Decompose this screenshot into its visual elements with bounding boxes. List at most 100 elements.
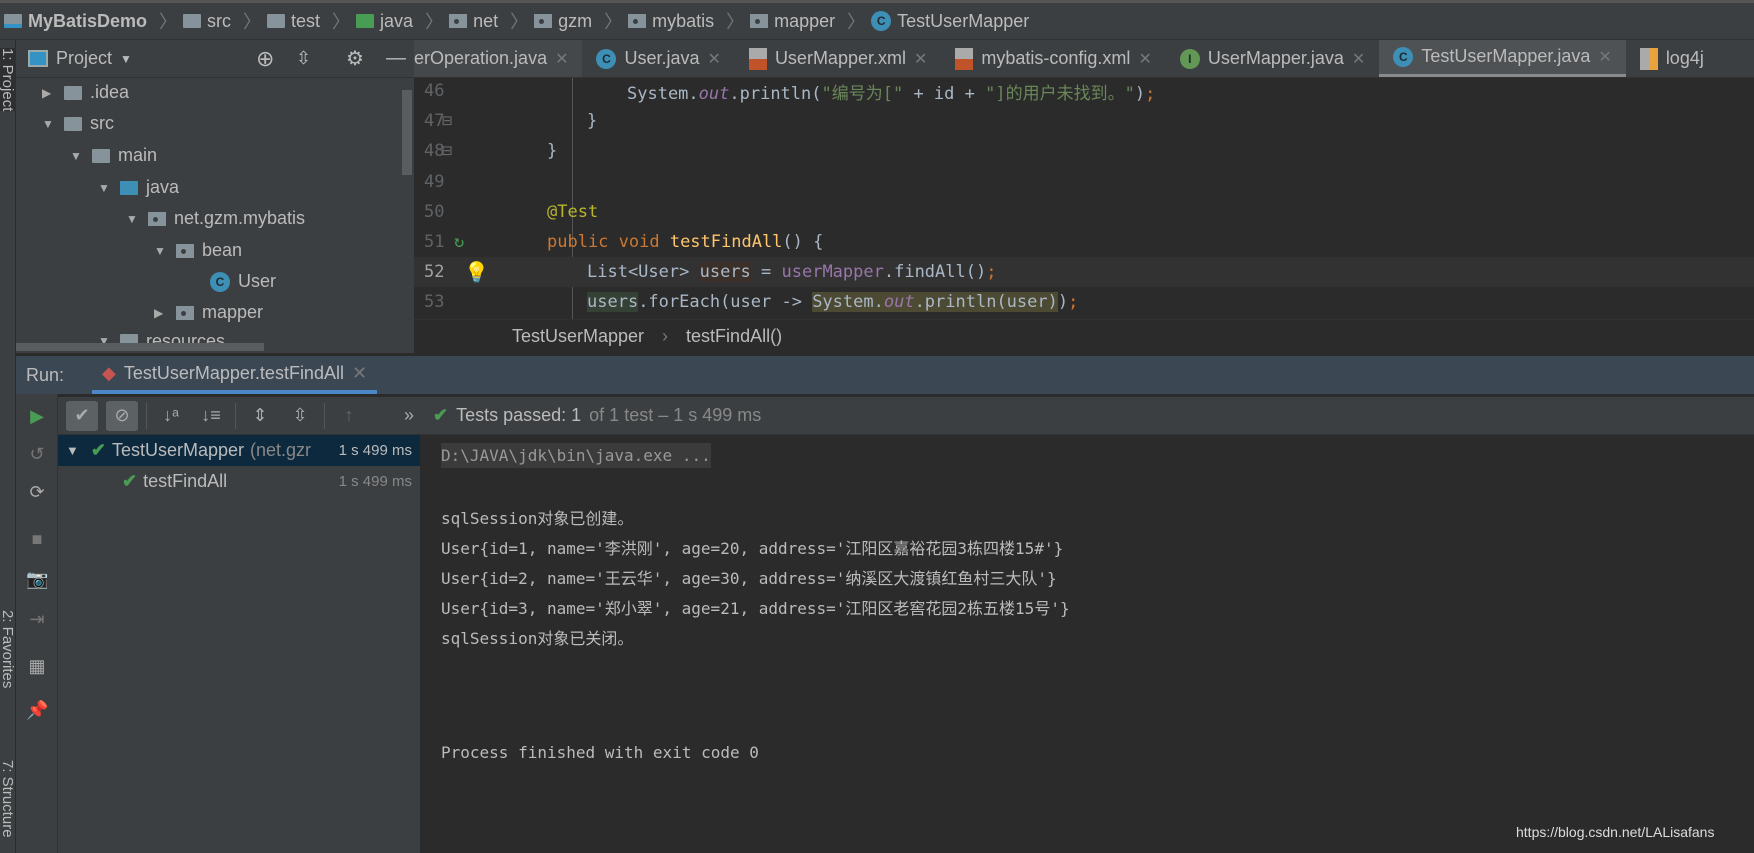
crumb-test[interactable]: test 〉 <box>267 8 350 34</box>
favorites-tool-button[interactable]: 2: Favorites <box>0 610 16 688</box>
gear-icon[interactable]: ⚙ <box>346 46 364 71</box>
console-output: D:\JAVA\jdk\bin\java.exe ... sqlSession对… <box>420 435 1754 853</box>
editor-crumb-class[interactable]: TestUserMapper <box>512 326 644 347</box>
tree-item-mapper[interactable]: ▶ mapper <box>154 297 263 328</box>
rerun-failed-icon[interactable]: ↺ <box>26 444 48 465</box>
crumb-label: TestUserMapper <box>897 10 1030 31</box>
source-folder-icon <box>120 180 138 195</box>
import-icon[interactable]: ⇥ <box>26 609 48 630</box>
sort-alpha-icon[interactable]: ↓ᵃ <box>155 401 187 431</box>
package-icon <box>148 211 166 226</box>
tab-mybatis-config[interactable]: mybatis-config.xml ✕ <box>941 40 1165 77</box>
tree-label: src <box>90 113 114 133</box>
stop-icon[interactable]: ■ <box>26 529 48 550</box>
tree-label: User <box>238 271 277 291</box>
locate-icon[interactable]: ⊕ <box>256 46 274 72</box>
close-icon[interactable]: ✕ <box>1352 49 1365 69</box>
left-tool-strip: 1: Project 2: Favorites 7: Structure <box>0 40 16 853</box>
editor-tabs: erOperation.java ✕ C User.java ✕ UserMapper… <box>414 40 1754 78</box>
show-ignored-toggle[interactable]: ⊘ <box>106 400 138 431</box>
tab-log4j[interactable]: log4j <box>1626 40 1718 77</box>
layout-icon[interactable]: ▦ <box>26 656 48 677</box>
expand-icon: ▶ <box>42 85 52 100</box>
tab-label: UserMapper.java <box>1207 48 1344 68</box>
tree-item-main[interactable]: ▼ main <box>70 140 157 171</box>
project-tool-button[interactable]: 1: Project <box>0 48 16 112</box>
sort-duration-icon[interactable]: ↓≡ <box>195 401 227 431</box>
tree-label: mapper <box>202 302 264 322</box>
tree-item-java[interactable]: ▼ java <box>98 172 179 203</box>
tree-label: net.gzm.mybatis <box>174 208 306 228</box>
crumb-mapper[interactable]: mapper 〉 <box>750 8 865 34</box>
close-icon[interactable]: ✕ <box>555 49 568 69</box>
tree-item-bean[interactable]: ▼ bean <box>154 235 242 266</box>
close-icon[interactable]: ✕ <box>1138 49 1151 69</box>
project-panel-header: Project ▼ ⊕ ⇳ ⚙ — <box>16 40 414 78</box>
console-command: D:\JAVA\jdk\bin\java.exe ... <box>441 443 711 468</box>
tab-usermapper-java[interactable]: I UserMapper.java ✕ <box>1166 40 1379 77</box>
project-view-selector[interactable]: Project <box>56 48 112 69</box>
lightbulb-icon[interactable]: 💡 <box>464 260 489 284</box>
previous-failed-icon[interactable]: ↑ <box>333 401 365 431</box>
tab-user-java[interactable]: C User.java ✕ <box>582 40 734 77</box>
line-number: 52 <box>424 262 445 282</box>
expand-all-icon[interactable]: ⇕ <box>244 401 276 431</box>
close-icon[interactable]: ✕ <box>1598 47 1611 67</box>
editor-crumb-method[interactable]: testFindAll() <box>686 326 782 347</box>
run-test-icon[interactable]: ↻ <box>454 232 464 252</box>
crumb-file[interactable]: C TestUserMapper <box>871 11 1029 32</box>
close-icon[interactable]: ✕ <box>352 363 367 384</box>
tree-label: java <box>146 177 180 197</box>
code-line: 49 <box>414 167 1754 197</box>
tab-label: UserMapper.xml <box>774 48 906 68</box>
more-icon[interactable]: » <box>393 401 425 431</box>
crumb-project[interactable]: MyBatisDemo 〉 <box>4 8 177 34</box>
rerun-icon[interactable]: ▶ <box>26 406 48 427</box>
tab-label: log4j <box>1665 48 1704 68</box>
collapse-all-icon[interactable]: ⇳ <box>284 401 316 431</box>
package-icon <box>176 305 194 320</box>
toggle-auto-test-icon[interactable]: ⟳ <box>26 482 48 503</box>
tab-testusermapper[interactable]: C TestUserMapper.java ✕ <box>1379 40 1626 77</box>
structure-tool-button[interactable]: 7: Structure <box>0 760 16 838</box>
horizontal-scrollbar[interactable] <box>16 343 264 351</box>
code-line: 53 users.forEach(user -> System.out.print… <box>414 287 1754 317</box>
tree-item-user[interactable]: C User <box>210 266 276 297</box>
tests-detail-status: of 1 test – 1 s 499 ms <box>589 405 762 425</box>
package-icon <box>534 14 553 28</box>
code-text: } <box>547 141 558 161</box>
vertical-scrollbar[interactable] <box>402 90 412 175</box>
pin-icon[interactable]: 📌 <box>26 700 48 721</box>
tree-item-idea[interactable]: ▶ .idea <box>42 77 129 108</box>
collapse-icon[interactable]: ▼ <box>66 443 79 458</box>
close-icon[interactable]: ✕ <box>708 49 721 69</box>
code-line: 51 ↻ public void testFindAll() { <box>414 227 1754 257</box>
close-icon[interactable]: ✕ <box>914 49 927 69</box>
crumb-net[interactable]: net 〉 <box>449 8 528 34</box>
tree-item-package[interactable]: ▼ net.gzm.mybatis <box>126 203 305 234</box>
crumb-src[interactable]: src 〉 <box>183 8 261 34</box>
camera-icon[interactable]: 📷 <box>26 569 48 590</box>
xml-icon <box>955 47 974 70</box>
chevron-down-icon[interactable]: ▼ <box>120 52 132 66</box>
crumb-label: gzm <box>558 10 593 31</box>
crumb-label: test <box>291 10 321 31</box>
crumb-java[interactable]: java 〉 <box>356 8 443 34</box>
test-results-tree: ▼ ✔ TestUserMapper (net.gzr 1 s 499 ms ✔ test… <box>58 435 420 853</box>
run-tab[interactable]: ◆ TestUserMapper.testFindAll ✕ <box>92 356 378 394</box>
test-case-row[interactable]: ✔ testFindAll 1 s 499 ms <box>58 466 420 497</box>
collapse-all-icon[interactable]: ⇳ <box>296 48 311 69</box>
hide-icon[interactable]: — <box>386 47 406 70</box>
collapse-icon: ▼ <box>126 211 138 226</box>
crumb-mybatis[interactable]: mybatis 〉 <box>628 8 744 34</box>
show-passed-toggle[interactable]: ✔ <box>66 400 98 431</box>
fold-icon[interactable]: ⊟ <box>442 141 452 161</box>
tree-item-src[interactable]: ▼ src <box>42 108 114 139</box>
fold-icon[interactable]: ⊟ <box>442 111 452 131</box>
tab-usermapper-xml[interactable]: UserMapper.xml ✕ <box>735 40 941 77</box>
run-tab-label: TestUserMapper.testFindAll <box>123 362 344 383</box>
tab-useroperation[interactable]: erOperation.java ✕ <box>414 40 583 77</box>
crumb-gzm[interactable]: gzm 〉 <box>534 8 622 34</box>
package-icon <box>449 14 468 28</box>
test-suite-row[interactable]: ▼ ✔ TestUserMapper (net.gzr 1 s 499 ms <box>58 435 420 466</box>
